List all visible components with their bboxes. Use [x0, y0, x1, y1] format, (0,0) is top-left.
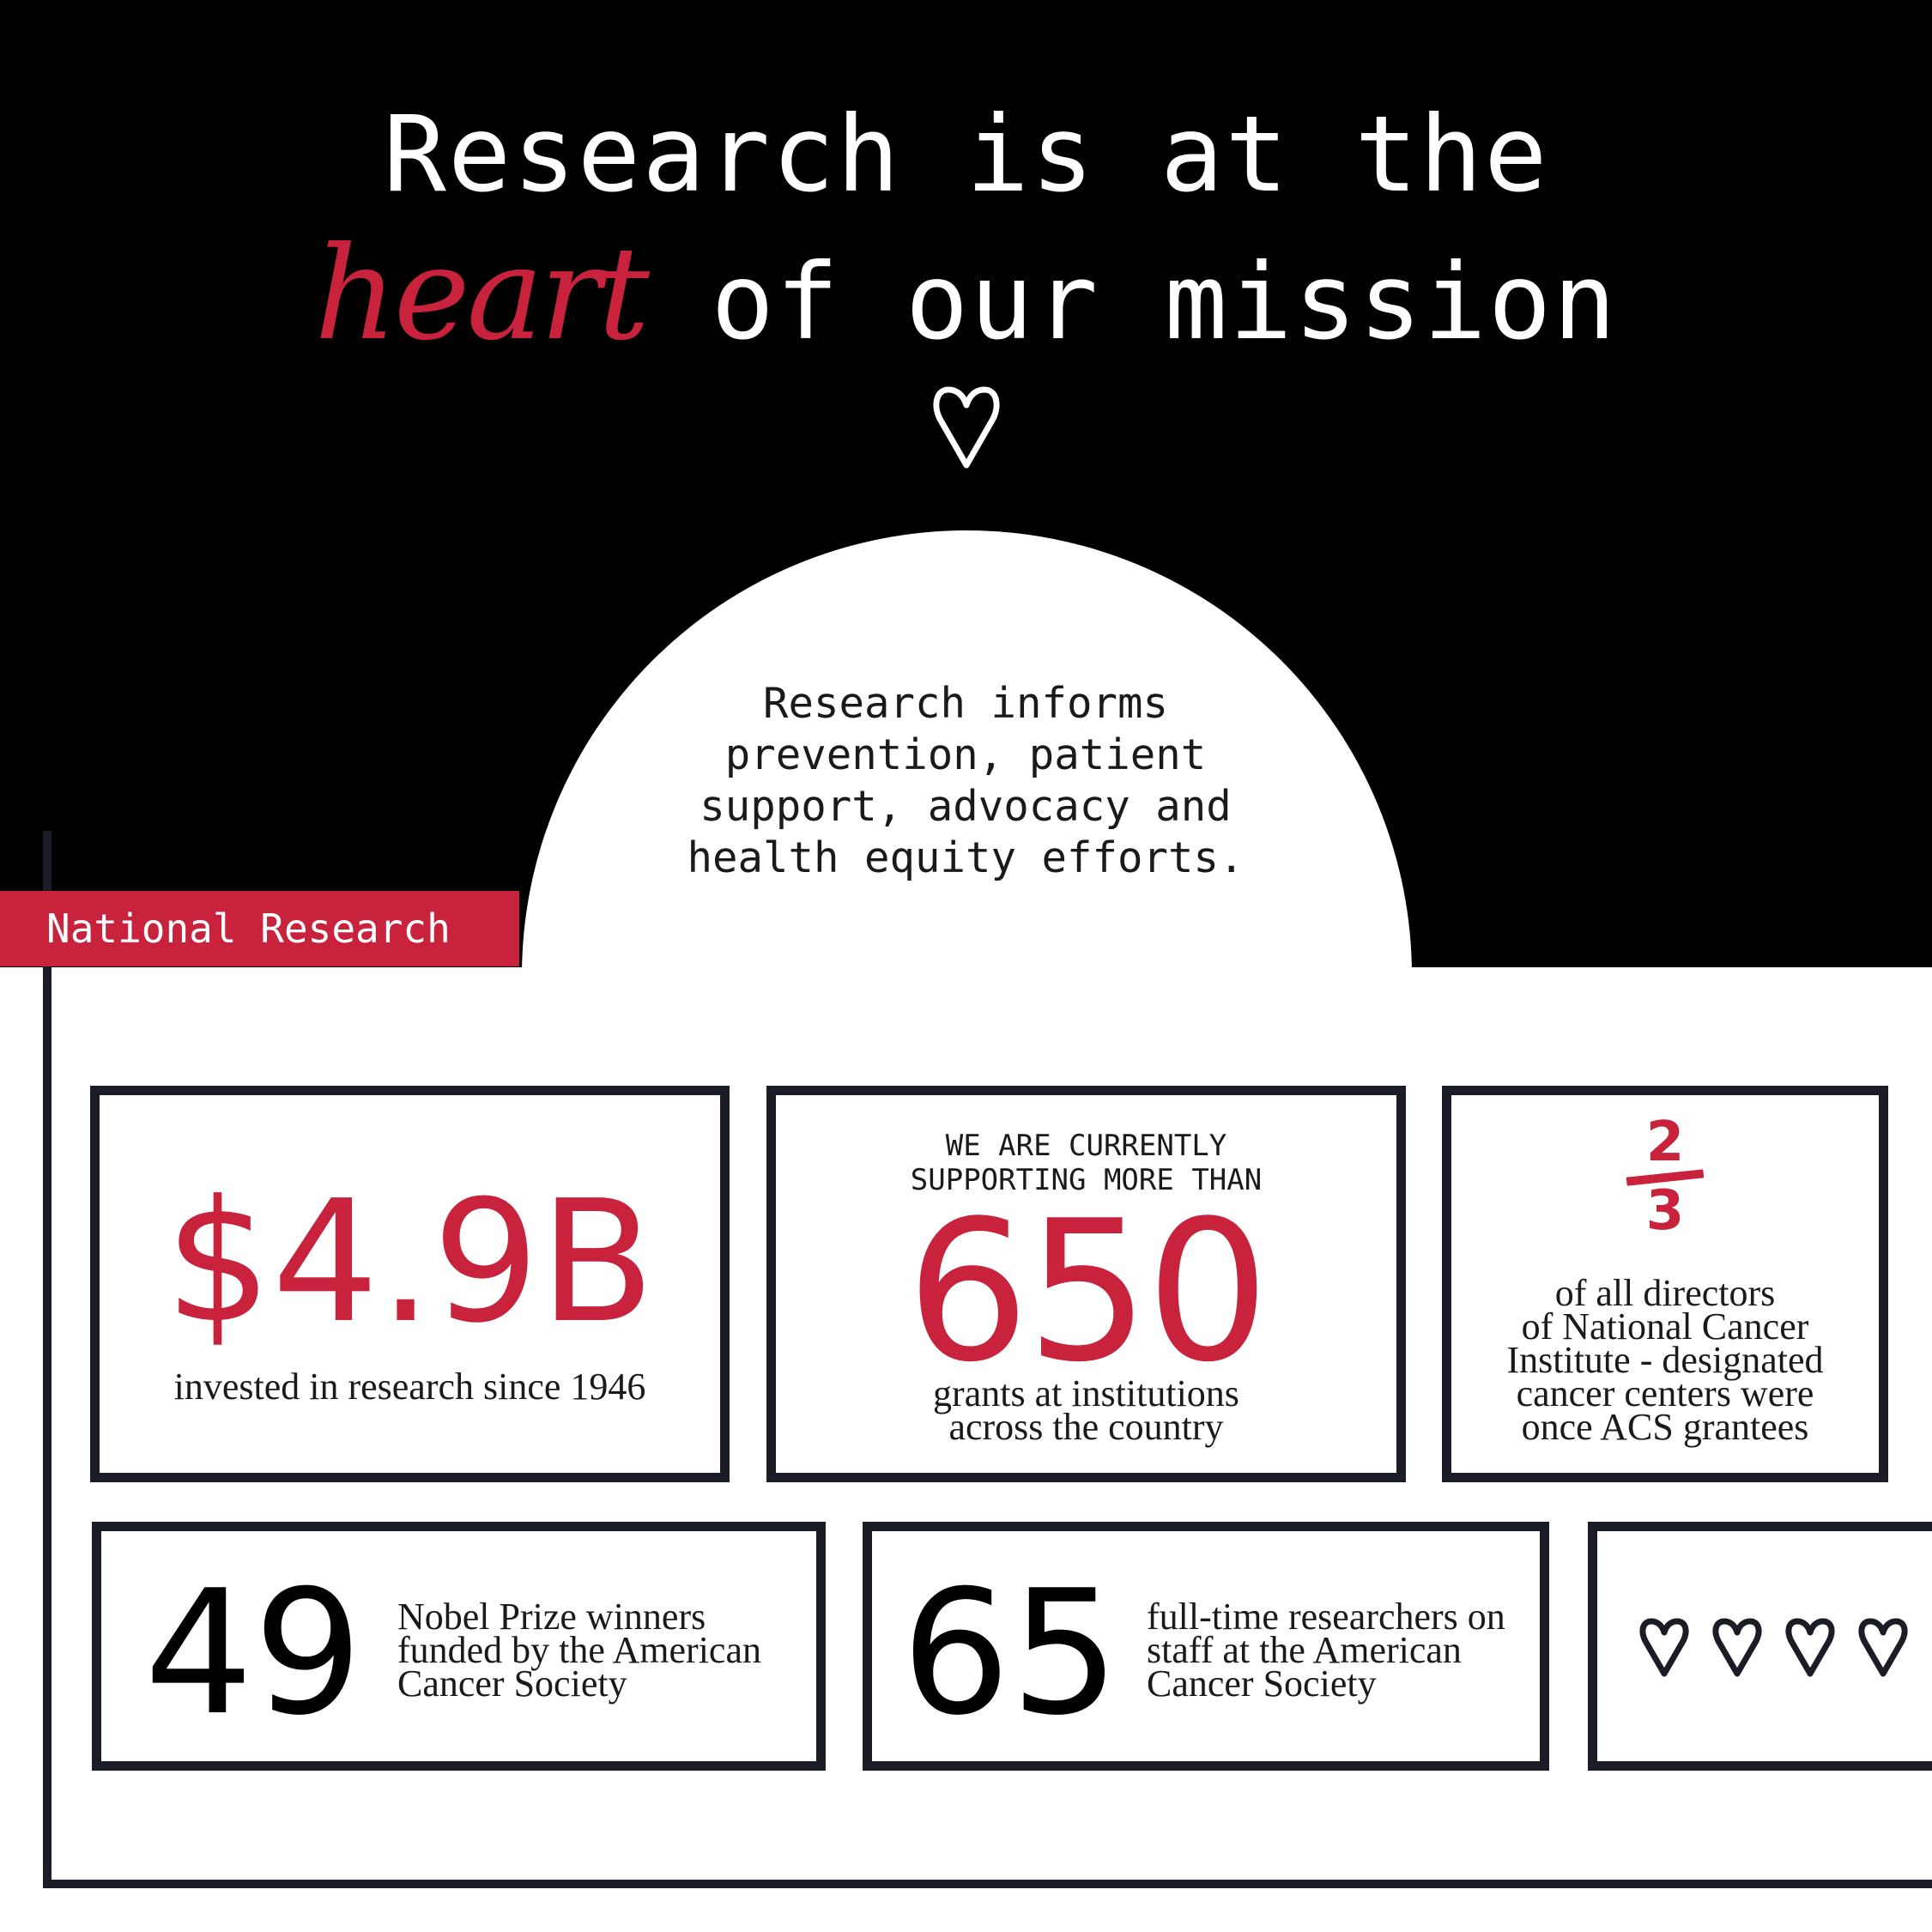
heading-line-2: heart of our mission [0, 230, 1932, 366]
fraction-numerator: 2 [1645, 1111, 1685, 1174]
heart-outline-icon [1858, 1618, 1908, 1677]
stat-caption: invested in research since 1946 [173, 1366, 646, 1408]
stat-value: $4.9B [165, 1165, 655, 1360]
stat-value: 49 [144, 1553, 363, 1753]
stat-card-grants: WE ARE CURRENTLY SUPPORTING MORE THAN 65… [766, 1086, 1406, 1482]
frame-left-line [43, 831, 51, 1888]
stat-card-nobel: 49 Nobel Prize winners funded by the Ame… [92, 1522, 826, 1771]
stat-card-invested: $4.9B invested in research since 1946 [90, 1086, 730, 1482]
section-tag: National Research [0, 891, 519, 966]
stat-caption-5: once ACS grantees [1521, 1406, 1809, 1448]
stat-value: 650 [905, 1179, 1269, 1405]
heart-outline-icon [933, 386, 1000, 469]
heart-outline-icon [1785, 1618, 1835, 1677]
stat-prelabel-1: WE ARE CURRENTLY [945, 1129, 1227, 1163]
heading-text-1: Research is at the [383, 94, 1549, 215]
heart-outline-icon [1712, 1618, 1762, 1677]
stat-card-directors: 2 3 of all directors of National Cancer … [1442, 1086, 1888, 1482]
stat-value: 65 [901, 1553, 1120, 1753]
heading-text-2: of our mission [646, 241, 1618, 363]
heading-line-1: Research is at the [0, 90, 1932, 219]
stat-caption-2: across the country [948, 1406, 1224, 1448]
heading-emphasis: heart [314, 220, 650, 369]
mission-statement: Research informs prevention, patient sup… [687, 679, 1245, 882]
hearts-card [1588, 1522, 1932, 1771]
frame-bottom-line [43, 1880, 1932, 1888]
stat-caption-3: Cancer Society [397, 1662, 627, 1705]
fraction-denominator: 3 [1645, 1179, 1685, 1243]
stat-caption-3: Cancer Society [1147, 1662, 1377, 1705]
heart-outline-icon [1639, 1618, 1689, 1677]
stat-card-researchers: 65 full-time researchers on staff at the… [863, 1522, 1549, 1771]
